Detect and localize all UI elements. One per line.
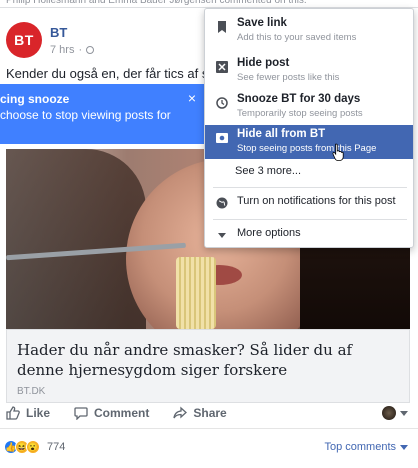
menu-item-title: Snooze BT for 30 days: [237, 93, 361, 105]
post-meta: 7 hrs ·: [50, 44, 95, 56]
post-text: Kender du også en, der får tics af sm: [6, 66, 220, 81]
page-name-link[interactable]: BT: [50, 25, 94, 40]
facebook-feed: Philip Hollesmann and Emma Bauer Jørgens…: [0, 0, 418, 468]
post-header: BT BT 7 hrs ·: [6, 22, 95, 58]
post-as-selector[interactable]: [382, 406, 408, 420]
comment-button[interactable]: Comment: [74, 406, 149, 420]
post-options-menu: Save link Add this to your saved items H…: [204, 8, 414, 248]
see-more-link[interactable]: See 3 more...: [235, 165, 301, 177]
chevron-down-icon: [400, 410, 408, 416]
post-time[interactable]: 7 hrs: [50, 44, 74, 56]
menu-divider: [213, 219, 407, 220]
share-label: Share: [193, 405, 227, 420]
reaction-icons[interactable]: 👍 😆 😮: [4, 440, 40, 454]
close-icon[interactable]: ×: [188, 90, 196, 106]
menu-item-title: Hide all from BT: [237, 128, 326, 140]
caret-down-icon: [215, 228, 229, 242]
snooze-intro-tooltip: cing snooze choose to stop viewing posts…: [0, 84, 206, 144]
menu-item-subtitle: See fewer posts like this: [237, 72, 340, 83]
link-preview[interactable]: Hader du når andre smasker? Så lider du …: [6, 329, 410, 403]
page-avatar[interactable]: BT: [6, 22, 42, 58]
post-actions: Like Comment Share: [0, 397, 418, 429]
clock-icon: [215, 96, 229, 110]
share-button[interactable]: Share: [173, 405, 227, 420]
share-icon: [173, 406, 188, 418]
menu-item-subtitle: Stop seeing posts from this Page: [237, 143, 377, 154]
menu-item-save-link[interactable]: Save link Add this to your saved items: [205, 17, 413, 51]
more-options-label: More options: [237, 227, 301, 239]
globe-icon: [215, 196, 229, 210]
top-comments-dropdown[interactable]: Top comments: [324, 441, 408, 453]
chevron-down-icon: [400, 444, 408, 450]
menu-item-notifications[interactable]: Turn on notifications for this post: [205, 195, 413, 213]
like-label: Like: [26, 405, 51, 420]
like-button[interactable]: Like: [6, 406, 50, 420]
tooltip-title: cing snooze: [0, 92, 70, 106]
menu-item-more-options[interactable]: More options: [205, 227, 413, 243]
comment-icon: [74, 406, 88, 420]
comment-label: Comment: [94, 405, 150, 420]
globe-icon: [86, 45, 95, 54]
menu-item-snooze[interactable]: Snooze BT for 30 days Temporarily stop s…: [205, 93, 413, 127]
hand-cursor-icon: [332, 143, 344, 161]
tooltip-body: choose to stop viewing posts for: [0, 108, 171, 122]
activity-strip: Philip Hollesmann and Emma Bauer Jørgens…: [0, 0, 418, 8]
link-domain: BT.DK: [17, 386, 46, 397]
menu-item-title: Hide post: [237, 57, 290, 69]
post-header-text: BT 7 hrs ·: [50, 25, 95, 56]
menu-item-hide-post[interactable]: Hide post See fewer posts like this: [205, 57, 413, 91]
menu-item-subtitle: Temporarily stop seeing posts: [237, 108, 363, 119]
reaction-count[interactable]: 774: [47, 441, 65, 453]
link-title[interactable]: Hader du når andre smasker? Så lider du …: [17, 340, 397, 380]
menu-item-title: Save link: [237, 17, 287, 29]
menu-divider: [213, 187, 407, 188]
wow-reaction-icon: 😮: [26, 440, 40, 454]
hide-icon: [215, 60, 229, 74]
top-comments-label: Top comments: [324, 441, 396, 453]
menu-item-subtitle: Add this to your saved items: [237, 32, 357, 43]
profile-avatar: [382, 406, 396, 420]
thumbs-up-icon: [6, 405, 20, 420]
reactions-row: 👍 😆 😮 774 Top comments: [0, 432, 418, 462]
bookmark-icon: [215, 20, 229, 34]
menu-item-hide-all[interactable]: Hide all from BT Stop seeing posts from …: [205, 125, 413, 159]
unfollow-icon: [215, 131, 229, 145]
notifications-label: Turn on notifications for this post: [237, 195, 396, 207]
